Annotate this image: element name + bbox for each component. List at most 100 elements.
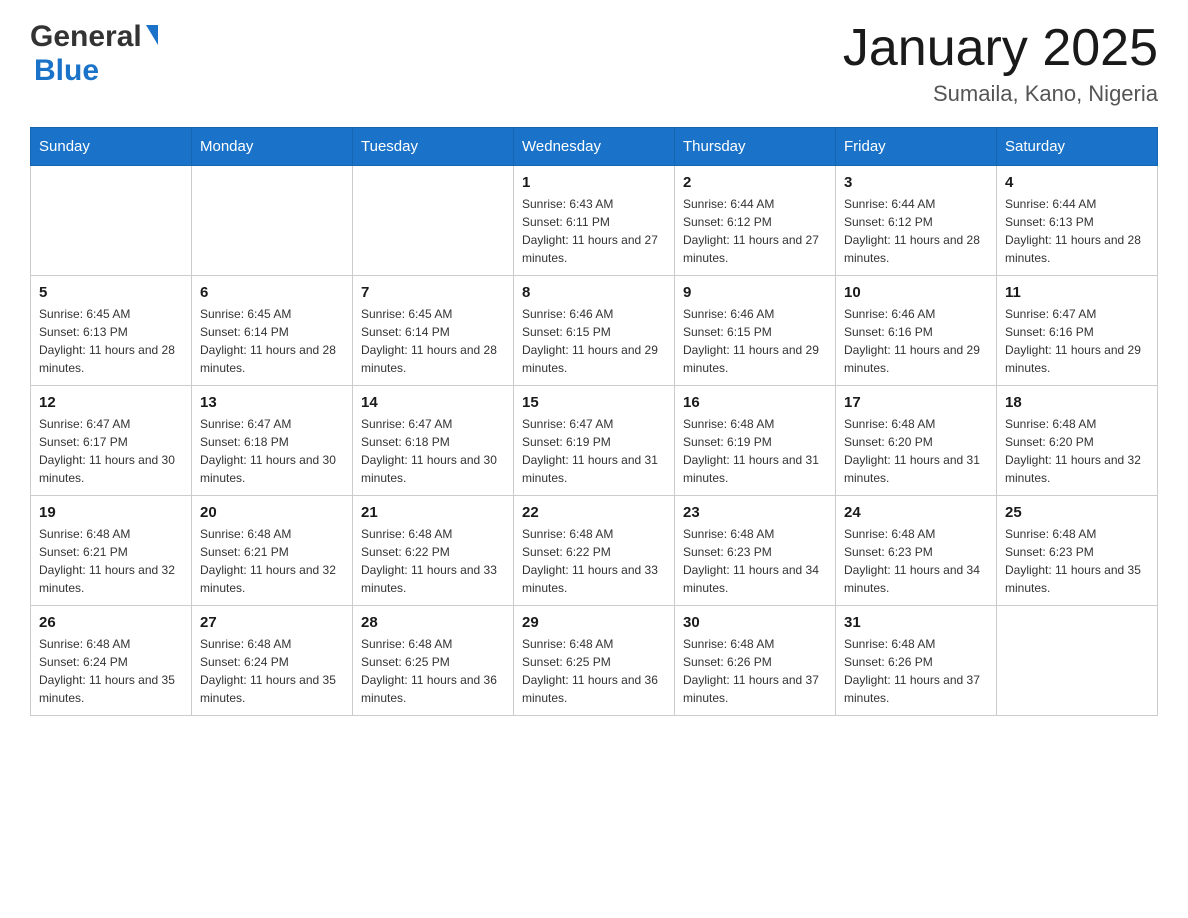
day-number: 15: [522, 394, 666, 411]
day-info: Sunrise: 6:48 AM Sunset: 6:21 PM Dayligh…: [39, 525, 183, 597]
calendar-week-row: 1Sunrise: 6:43 AM Sunset: 6:11 PM Daylig…: [31, 166, 1158, 276]
day-number: 25: [1005, 504, 1149, 521]
day-number: 1: [522, 174, 666, 191]
day-info: Sunrise: 6:47 AM Sunset: 6:18 PM Dayligh…: [200, 415, 344, 487]
page-header: General Blue January 2025 Sumaila, Kano,…: [30, 20, 1158, 107]
day-number: 20: [200, 504, 344, 521]
calendar-week-row: 19 Sunrise: 6:48 AM Sunset: 6:21 PM Dayli…: [31, 496, 1158, 606]
day-info: Sunrise: 6:48 AM Sunset: 6:19 PM Dayligh…: [683, 415, 827, 487]
day-info: Sunrise: 6:48 AM Sunset: 6:23 PM Dayligh…: [1005, 525, 1149, 597]
calendar-cell: [192, 166, 353, 276]
day-number: 18: [1005, 394, 1149, 411]
calendar-header-row: SundayMondayTuesdayWednesdayThursdayFrid…: [31, 128, 1158, 166]
calendar-cell: [353, 166, 514, 276]
calendar-cell: 7 Sunrise: 6:45 AM Sunset: 6:14 PM Daylig…: [353, 276, 514, 386]
day-info: Sunrise: 6:45 AM Sunset: 6:14 PM Dayligh…: [200, 305, 344, 377]
day-info: Sunrise: 6:48 AM Sunset: 6:20 PM Dayligh…: [1005, 415, 1149, 487]
calendar-table: SundayMondayTuesdayWednesdayThursdayFrid…: [30, 127, 1158, 716]
logo-triangle-icon: [146, 25, 158, 45]
calendar-cell: 29 Sunrise: 6:48 AM Sunset: 6:25 PM Dayli…: [514, 606, 675, 716]
day-info: Sunrise: 6:46 AM Sunset: 6:15 PM Dayligh…: [683, 305, 827, 377]
day-number: 19: [39, 504, 183, 521]
day-number: 14: [361, 394, 505, 411]
calendar-cell: 19 Sunrise: 6:48 AM Sunset: 6:21 PM Dayli…: [31, 496, 192, 606]
logo: General Blue: [30, 20, 158, 88]
calendar-day-header: Sunday: [31, 128, 192, 166]
calendar-cell: 24Sunrise: 6:48 AM Sunset: 6:23 PM Dayli…: [836, 496, 997, 606]
calendar-cell: 14 Sunrise: 6:47 AM Sunset: 6:18 PM Dayli…: [353, 386, 514, 496]
calendar-day-header: Saturday: [997, 128, 1158, 166]
calendar-day-header: Tuesday: [353, 128, 514, 166]
day-number: 2: [683, 174, 827, 191]
calendar-cell: 5 Sunrise: 6:45 AM Sunset: 6:13 PM Daylig…: [31, 276, 192, 386]
calendar-day-header: Monday: [192, 128, 353, 166]
day-info: Sunrise: 6:48 AM Sunset: 6:25 PM Dayligh…: [361, 635, 505, 707]
calendar-cell: 9Sunrise: 6:46 AM Sunset: 6:15 PM Daylig…: [675, 276, 836, 386]
day-info: Sunrise: 6:47 AM Sunset: 6:19 PM Dayligh…: [522, 415, 666, 487]
day-info: Sunrise: 6:48 AM Sunset: 6:24 PM Dayligh…: [39, 635, 183, 707]
calendar-week-row: 12 Sunrise: 6:47 AM Sunset: 6:17 PM Dayli…: [31, 386, 1158, 496]
day-number: 31: [844, 614, 988, 631]
day-number: 16: [683, 394, 827, 411]
day-info: Sunrise: 6:44 AM Sunset: 6:13 PM Dayligh…: [1005, 195, 1149, 267]
calendar-cell: 18 Sunrise: 6:48 AM Sunset: 6:20 PM Dayli…: [997, 386, 1158, 496]
day-number: 23: [683, 504, 827, 521]
calendar-cell: 8Sunrise: 6:46 AM Sunset: 6:15 PM Daylig…: [514, 276, 675, 386]
day-number: 4: [1005, 174, 1149, 191]
calendar-week-row: 5 Sunrise: 6:45 AM Sunset: 6:13 PM Daylig…: [31, 276, 1158, 386]
day-number: 26: [39, 614, 183, 631]
calendar-week-row: 26 Sunrise: 6:48 AM Sunset: 6:24 PM Dayli…: [31, 606, 1158, 716]
day-info: Sunrise: 6:48 AM Sunset: 6:26 PM Dayligh…: [683, 635, 827, 707]
calendar-cell: 3 Sunrise: 6:44 AM Sunset: 6:12 PM Daylig…: [836, 166, 997, 276]
calendar-day-header: Wednesday: [514, 128, 675, 166]
day-info: Sunrise: 6:48 AM Sunset: 6:25 PM Dayligh…: [522, 635, 666, 707]
calendar-cell: 16 Sunrise: 6:48 AM Sunset: 6:19 PM Dayli…: [675, 386, 836, 496]
calendar-cell: 2 Sunrise: 6:44 AM Sunset: 6:12 PM Daylig…: [675, 166, 836, 276]
day-info: Sunrise: 6:45 AM Sunset: 6:14 PM Dayligh…: [361, 305, 505, 377]
day-number: 8: [522, 284, 666, 301]
logo-general-text: General: [30, 20, 142, 54]
day-info: Sunrise: 6:44 AM Sunset: 6:12 PM Dayligh…: [844, 195, 988, 267]
day-number: 17: [844, 394, 988, 411]
day-number: 13: [200, 394, 344, 411]
day-info: Sunrise: 6:47 AM Sunset: 6:16 PM Dayligh…: [1005, 305, 1149, 377]
calendar-day-header: Thursday: [675, 128, 836, 166]
day-number: 29: [522, 614, 666, 631]
day-info: Sunrise: 6:47 AM Sunset: 6:18 PM Dayligh…: [361, 415, 505, 487]
day-info: Sunrise: 6:48 AM Sunset: 6:24 PM Dayligh…: [200, 635, 344, 707]
month-title: January 2025: [843, 20, 1158, 77]
calendar-day-header: Friday: [836, 128, 997, 166]
title-section: January 2025 Sumaila, Kano, Nigeria: [843, 20, 1158, 107]
calendar-cell: 30 Sunrise: 6:48 AM Sunset: 6:26 PM Dayli…: [675, 606, 836, 716]
day-number: 7: [361, 284, 505, 301]
calendar-cell: 1Sunrise: 6:43 AM Sunset: 6:11 PM Daylig…: [514, 166, 675, 276]
day-number: 21: [361, 504, 505, 521]
day-info: Sunrise: 6:45 AM Sunset: 6:13 PM Dayligh…: [39, 305, 183, 377]
calendar-cell: 12 Sunrise: 6:47 AM Sunset: 6:17 PM Dayli…: [31, 386, 192, 496]
calendar-cell: 15 Sunrise: 6:47 AM Sunset: 6:19 PM Dayli…: [514, 386, 675, 496]
calendar-cell: 11 Sunrise: 6:47 AM Sunset: 6:16 PM Dayli…: [997, 276, 1158, 386]
day-info: Sunrise: 6:48 AM Sunset: 6:23 PM Dayligh…: [844, 525, 988, 597]
day-number: 12: [39, 394, 183, 411]
day-number: 6: [200, 284, 344, 301]
calendar-cell: 26 Sunrise: 6:48 AM Sunset: 6:24 PM Dayli…: [31, 606, 192, 716]
calendar-cell: [31, 166, 192, 276]
day-info: Sunrise: 6:48 AM Sunset: 6:22 PM Dayligh…: [361, 525, 505, 597]
day-info: Sunrise: 6:48 AM Sunset: 6:23 PM Dayligh…: [683, 525, 827, 597]
calendar-cell: 27 Sunrise: 6:48 AM Sunset: 6:24 PM Dayli…: [192, 606, 353, 716]
location-text: Sumaila, Kano, Nigeria: [843, 81, 1158, 107]
day-number: 11: [1005, 284, 1149, 301]
day-number: 30: [683, 614, 827, 631]
day-number: 27: [200, 614, 344, 631]
calendar-cell: 4 Sunrise: 6:44 AM Sunset: 6:13 PM Daylig…: [997, 166, 1158, 276]
day-info: Sunrise: 6:48 AM Sunset: 6:22 PM Dayligh…: [522, 525, 666, 597]
calendar-cell: 13 Sunrise: 6:47 AM Sunset: 6:18 PM Dayli…: [192, 386, 353, 496]
calendar-cell: 25 Sunrise: 6:48 AM Sunset: 6:23 PM Dayli…: [997, 496, 1158, 606]
day-info: Sunrise: 6:47 AM Sunset: 6:17 PM Dayligh…: [39, 415, 183, 487]
day-number: 5: [39, 284, 183, 301]
calendar-cell: [997, 606, 1158, 716]
day-info: Sunrise: 6:44 AM Sunset: 6:12 PM Dayligh…: [683, 195, 827, 267]
calendar-cell: 20Sunrise: 6:48 AM Sunset: 6:21 PM Dayli…: [192, 496, 353, 606]
calendar-cell: 17Sunrise: 6:48 AM Sunset: 6:20 PM Dayli…: [836, 386, 997, 496]
day-number: 3: [844, 174, 988, 191]
